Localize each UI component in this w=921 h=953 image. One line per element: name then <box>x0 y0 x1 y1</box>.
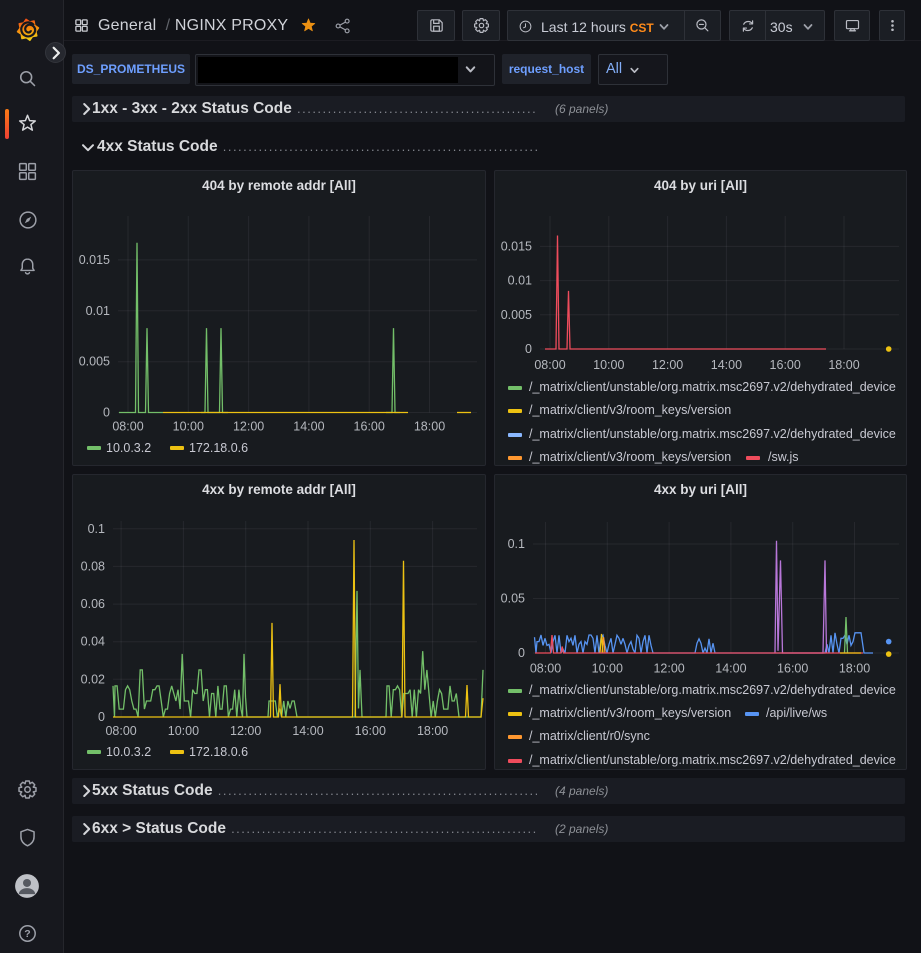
svg-text:18:00: 18:00 <box>839 662 870 676</box>
svg-text:0.02: 0.02 <box>81 672 105 686</box>
svg-text:16:00: 16:00 <box>355 724 386 738</box>
svg-text:0.1: 0.1 <box>508 537 525 551</box>
svg-text:16:00: 16:00 <box>354 420 385 434</box>
svg-text:18:00: 18:00 <box>417 724 448 738</box>
svg-text:14:00: 14:00 <box>715 662 746 676</box>
svg-text:16:00: 16:00 <box>770 358 801 372</box>
svg-text:0.05: 0.05 <box>501 592 525 606</box>
svg-text:0.015: 0.015 <box>501 239 532 253</box>
svg-text:10:00: 10:00 <box>592 662 623 676</box>
svg-text:18:00: 18:00 <box>828 358 859 372</box>
svg-text:08:00: 08:00 <box>530 662 561 676</box>
svg-text:08:00: 08:00 <box>534 358 565 372</box>
svg-text:0.1: 0.1 <box>88 522 105 536</box>
svg-text:08:00: 08:00 <box>105 724 136 738</box>
svg-text:0: 0 <box>525 342 532 356</box>
svg-text:18:00: 18:00 <box>414 420 445 434</box>
svg-text:08:00: 08:00 <box>112 420 143 434</box>
svg-text:12:00: 12:00 <box>652 358 683 372</box>
svg-text:0.005: 0.005 <box>501 308 532 322</box>
svg-text:0.01: 0.01 <box>86 304 110 318</box>
svg-text:12:00: 12:00 <box>233 420 264 434</box>
svg-text:10:00: 10:00 <box>593 358 624 372</box>
svg-text:12:00: 12:00 <box>230 724 261 738</box>
svg-text:0.005: 0.005 <box>79 355 110 369</box>
svg-text:0: 0 <box>103 406 110 420</box>
svg-text:0.01: 0.01 <box>508 274 532 288</box>
svg-text:0: 0 <box>518 646 525 660</box>
svg-text:0.04: 0.04 <box>81 635 105 649</box>
svg-text:0.06: 0.06 <box>81 597 105 611</box>
svg-text:10:00: 10:00 <box>168 724 199 738</box>
svg-text:?: ? <box>24 928 30 940</box>
svg-text:0.08: 0.08 <box>81 559 105 573</box>
svg-text:14:00: 14:00 <box>711 358 742 372</box>
svg-text:14:00: 14:00 <box>292 724 323 738</box>
svg-text:16:00: 16:00 <box>777 662 808 676</box>
svg-text:14:00: 14:00 <box>293 420 324 434</box>
svg-text:0.015: 0.015 <box>79 253 110 267</box>
svg-text:12:00: 12:00 <box>653 662 684 676</box>
svg-text:0: 0 <box>98 710 105 724</box>
svg-text:10:00: 10:00 <box>173 420 204 434</box>
